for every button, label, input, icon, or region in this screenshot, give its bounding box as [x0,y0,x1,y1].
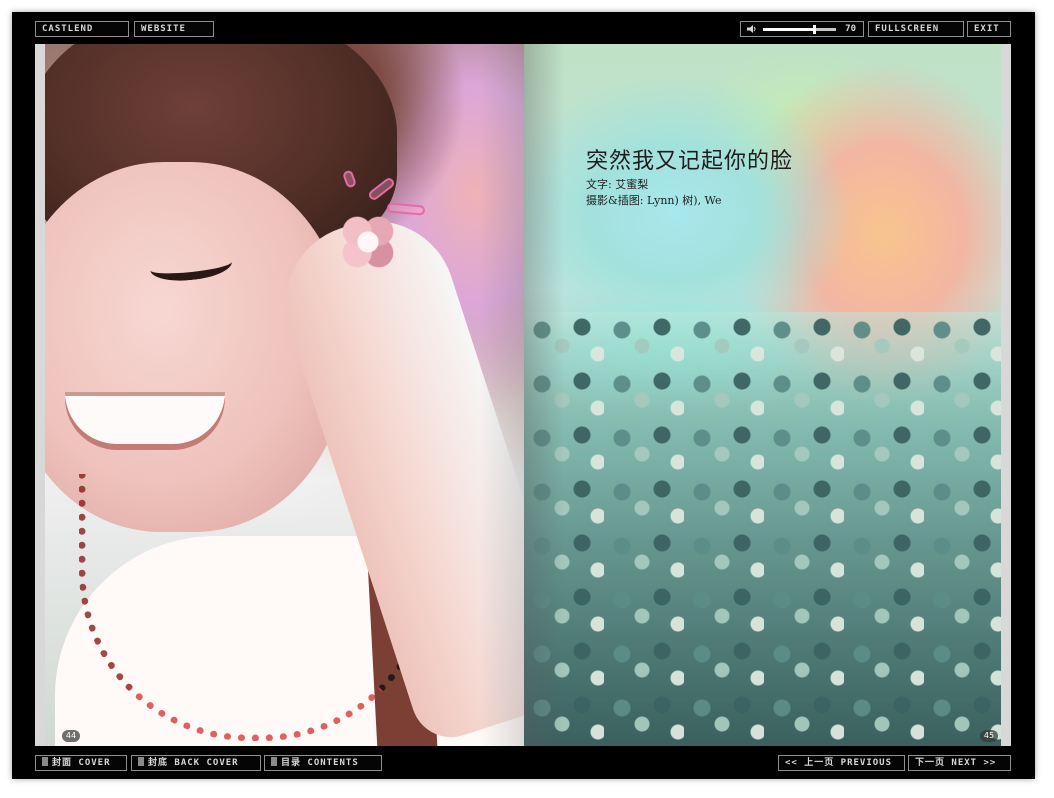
next-button[interactable]: 下一页 NEXT >> [908,755,1011,771]
cover-button[interactable]: 封面 COVER [35,755,127,771]
left-page[interactable]: 44 [45,44,524,746]
fullscreen-label: FULLSCREEN [875,24,940,34]
fullscreen-button[interactable]: FULLSCREEN [868,21,964,37]
volume-knob[interactable] [813,25,817,34]
right-page[interactable]: 突然我又记起你的脸 文字: 艾蜜梨 摄影&插图: Lynn) 树), We 45 [524,44,1001,746]
top-toolbar: CASTLEND WEBSITE 70 FULLSCREEN EXIT [12,12,1035,42]
volume-value: 70 [845,24,856,34]
speaker-icon [747,25,756,33]
castlend-button[interactable]: CASTLEND [35,21,129,37]
article-title: 突然我又记起你的脸 [586,149,794,174]
contents-button[interactable]: 目录 CONTENTS [264,755,382,771]
right-page-number: 45 [980,730,998,742]
previous-button[interactable]: << 上一页 PREVIOUS [778,755,905,771]
previous-label: << 上一页 PREVIOUS [785,758,893,768]
leaf-field-illustration [524,312,1001,746]
flower-icon [332,206,404,278]
square-marker-icon [138,757,144,766]
left-page-number: 44 [62,730,80,742]
castlend-label: CASTLEND [42,24,94,34]
book-gutter-shadow [479,44,524,746]
flipbook-window: CASTLEND WEBSITE 70 FULLSCREEN EXIT 44 突… [12,12,1035,779]
exit-label: EXIT [974,24,1000,34]
exit-button[interactable]: EXIT [967,21,1011,37]
bottom-toolbar: 封面 COVER 封底 BACK COVER 目录 CONTENTS << 上一… [12,749,1035,779]
contents-label: 目录 CONTENTS [281,758,359,768]
square-marker-icon [42,757,48,766]
website-label: WEBSITE [141,24,186,34]
square-marker-icon [271,757,277,766]
cover-label: 封面 COVER [52,758,111,768]
open-magazine-spread[interactable]: 44 突然我又记起你的脸 文字: 艾蜜梨 摄影&插图: Lynn) 树), We… [35,44,1011,746]
next-label: 下一页 NEXT >> [915,758,997,768]
back-cover-label: 封底 BACK COVER [148,758,239,768]
website-button[interactable]: WEBSITE [134,21,214,37]
book-gutter-shadow [524,44,564,746]
volume-fill [763,28,815,31]
volume-track[interactable] [763,25,836,34]
volume-control[interactable]: 70 [740,21,864,37]
article-heading-block: 突然我又记起你的脸 文字: 艾蜜梨 摄影&插图: Lynn) 树), We [586,147,886,209]
back-cover-button[interactable]: 封底 BACK COVER [131,755,261,771]
text-credit: 文字: 艾蜜梨 [586,178,649,191]
photo-credit: 摄影&插图: Lynn) 树), We [586,194,722,207]
pink-clip-icon [386,202,426,216]
